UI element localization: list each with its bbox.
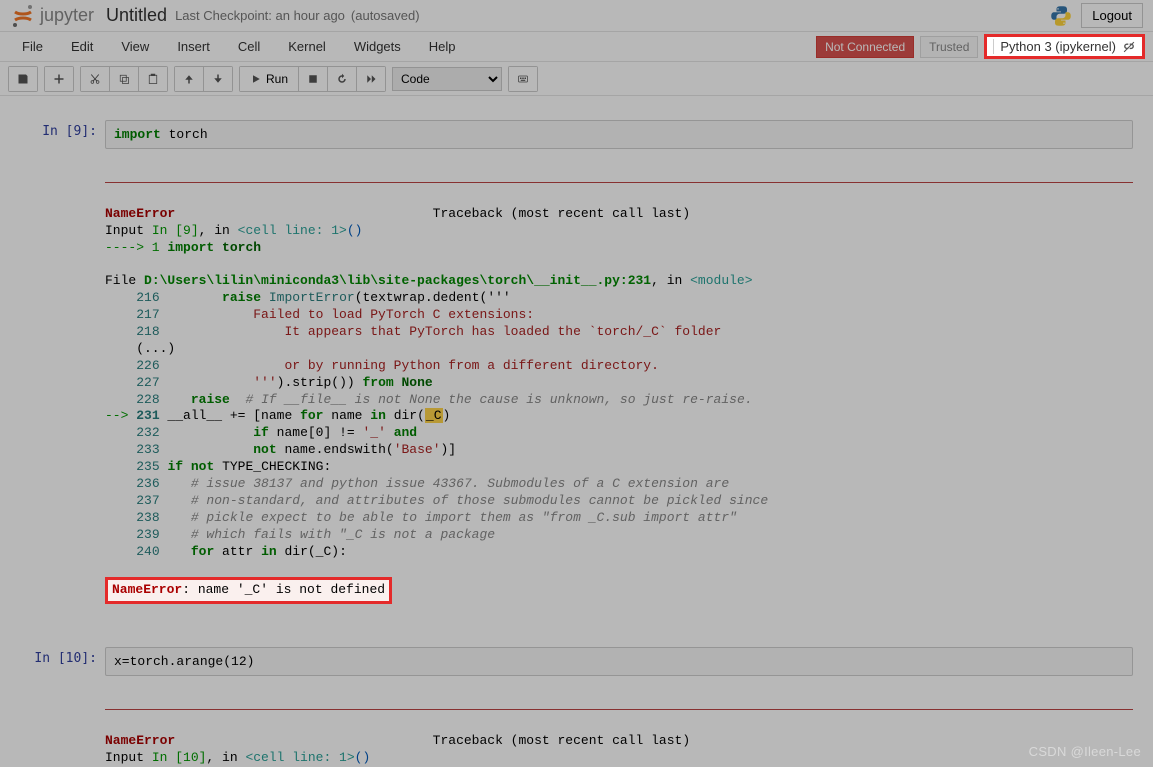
menubar: File Edit View Insert Cell Kernel Widget… <box>0 32 1153 62</box>
checkpoint-text: Last Checkpoint: an hour ago <box>175 8 345 23</box>
logout-button[interactable]: Logout <box>1081 3 1143 28</box>
code-cell[interactable]: In [9]: import torch <box>20 120 1133 149</box>
menu-cell[interactable]: Cell <box>224 35 274 58</box>
kernel-broken-icon <box>1122 40 1136 54</box>
menu-kernel[interactable]: Kernel <box>274 35 340 58</box>
move-up-button[interactable] <box>175 67 204 91</box>
code-cell[interactable]: In [10]: x=torch.arange(12) <box>20 647 1133 676</box>
watermark: CSDN @Ileen-Lee <box>1029 744 1141 759</box>
output-cell: NameError Traceback (most recent call la… <box>20 680 1133 767</box>
traceback-output: NameError Traceback (most recent call la… <box>105 680 1133 767</box>
logo-text: jupyter <box>40 5 94 26</box>
menu-file[interactable]: File <box>8 35 57 58</box>
notebook-area: In [9]: import torch NameError Traceback… <box>0 96 1153 767</box>
autosaved-text: (autosaved) <box>351 8 420 23</box>
paste-button[interactable] <box>139 67 167 91</box>
python-icon <box>1049 4 1073 28</box>
save-button[interactable] <box>9 67 37 91</box>
kernel-name: Python 3 (ipykernel) <box>993 39 1116 54</box>
toolbar: Run Code <box>0 62 1153 96</box>
move-down-button[interactable] <box>204 67 232 91</box>
stop-button[interactable] <box>299 67 328 91</box>
output-cell: NameError Traceback (most recent call la… <box>20 153 1133 627</box>
jupyter-logo[interactable]: jupyter <box>10 3 94 29</box>
input-prompt: In [9]: <box>20 120 105 149</box>
not-connected-badge: Not Connected <box>816 36 914 58</box>
menu-insert[interactable]: Insert <box>163 35 224 58</box>
trusted-badge[interactable]: Trusted <box>920 36 978 58</box>
command-palette-button[interactable] <box>509 67 537 91</box>
error-highlight: NameError: name '_C' is not defined <box>105 577 392 604</box>
code-input[interactable]: import torch <box>105 120 1133 149</box>
menu-view[interactable]: View <box>107 35 163 58</box>
run-button[interactable]: Run <box>240 67 299 91</box>
header: jupyter Untitled Last Checkpoint: an hou… <box>0 0 1153 32</box>
restart-button[interactable] <box>328 67 357 91</box>
menu-widgets[interactable]: Widgets <box>340 35 415 58</box>
menu-edit[interactable]: Edit <box>57 35 107 58</box>
add-cell-button[interactable] <box>45 67 73 91</box>
kernel-indicator[interactable]: Python 3 (ipykernel) <box>984 34 1145 59</box>
menu-help[interactable]: Help <box>415 35 470 58</box>
code-input[interactable]: x=torch.arange(12) <box>105 647 1133 676</box>
cut-button[interactable] <box>81 67 110 91</box>
traceback-output: NameError Traceback (most recent call la… <box>105 153 1133 627</box>
cell-type-select[interactable]: Code <box>392 67 502 91</box>
restart-run-button[interactable] <box>357 67 385 91</box>
run-label: Run <box>266 72 288 86</box>
copy-button[interactable] <box>110 67 139 91</box>
notebook-title[interactable]: Untitled <box>106 5 167 26</box>
jupyter-icon <box>10 3 36 29</box>
input-prompt: In [10]: <box>20 647 105 676</box>
